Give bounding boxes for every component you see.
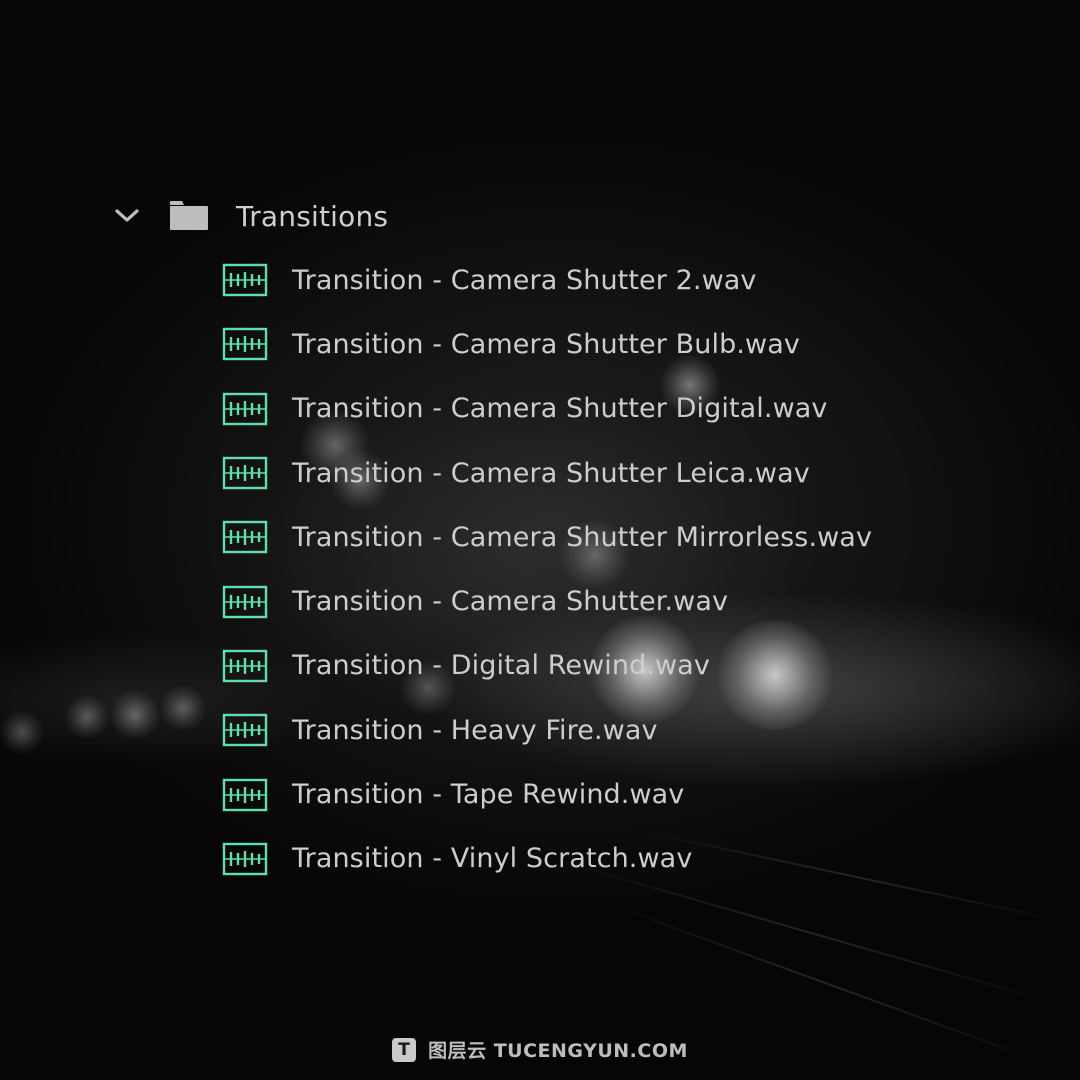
file-label: Transition - Vinyl Scratch.wav xyxy=(292,843,693,875)
audio-clip-icon xyxy=(222,392,268,426)
file-row[interactable]: Transition - Camera Shutter 2.wav xyxy=(222,248,872,312)
file-row[interactable]: Transition - Camera Shutter Mirrorless.w… xyxy=(222,505,872,569)
audio-clip-icon xyxy=(222,778,268,812)
file-list: Transition - Camera Shutter 2.wav Transit… xyxy=(222,248,872,891)
file-label: Transition - Camera Shutter Digital.wav xyxy=(292,393,828,425)
file-label: Transition - Digital Rewind.wav xyxy=(292,650,710,682)
audio-clip-icon xyxy=(222,263,268,297)
audio-clip-icon xyxy=(222,585,268,619)
audio-clip-icon xyxy=(222,327,268,361)
watermark: T 图层云 TUCENGYUN.COM xyxy=(0,1036,1080,1063)
file-row[interactable]: Transition - Camera Shutter.wav xyxy=(222,569,872,633)
file-row[interactable]: Transition - Digital Rewind.wav xyxy=(222,634,872,698)
file-row[interactable]: Transition - Tape Rewind.wav xyxy=(222,762,872,826)
folder-label: Transitions xyxy=(236,199,389,233)
file-label: Transition - Camera Shutter Mirrorless.w… xyxy=(292,521,873,553)
file-label: Transition - Heavy Fire.wav xyxy=(292,714,658,746)
watermark-logo-letter: T xyxy=(398,1039,410,1060)
file-row[interactable]: Transition - Camera Shutter Bulb.wav xyxy=(222,312,872,376)
file-label: Transition - Camera Shutter Bulb.wav xyxy=(292,328,800,360)
watermark-logo-icon: T xyxy=(392,1037,417,1062)
file-row[interactable]: Transition - Camera Shutter Leica.wav xyxy=(222,441,872,505)
folder-row-transitions[interactable]: Transitions xyxy=(110,188,388,244)
chevron-down-icon[interactable] xyxy=(110,199,144,233)
file-row[interactable]: Transition - Vinyl Scratch.wav xyxy=(222,827,872,891)
audio-clip-icon xyxy=(222,520,268,554)
file-label: Transition - Camera Shutter Leica.wav xyxy=(292,457,810,489)
background-scene: Transitions Transition - Camera Shutter … xyxy=(0,0,1080,1080)
folder-icon xyxy=(168,199,210,233)
audio-clip-icon xyxy=(222,456,268,490)
project-bin-tree: Transitions Transition - Camera Shutter … xyxy=(0,0,1080,1080)
file-row[interactable]: Transition - Camera Shutter Digital.wav xyxy=(222,377,872,441)
file-row[interactable]: Transition - Heavy Fire.wav xyxy=(222,698,872,762)
watermark-text: 图层云 TUCENGYUN.COM xyxy=(428,1040,688,1062)
file-label: Transition - Camera Shutter 2.wav xyxy=(292,264,757,296)
audio-clip-icon xyxy=(222,842,268,876)
file-label: Transition - Camera Shutter.wav xyxy=(292,586,729,618)
file-label: Transition - Tape Rewind.wav xyxy=(292,779,685,811)
audio-clip-icon xyxy=(222,649,268,683)
audio-clip-icon xyxy=(222,713,268,747)
